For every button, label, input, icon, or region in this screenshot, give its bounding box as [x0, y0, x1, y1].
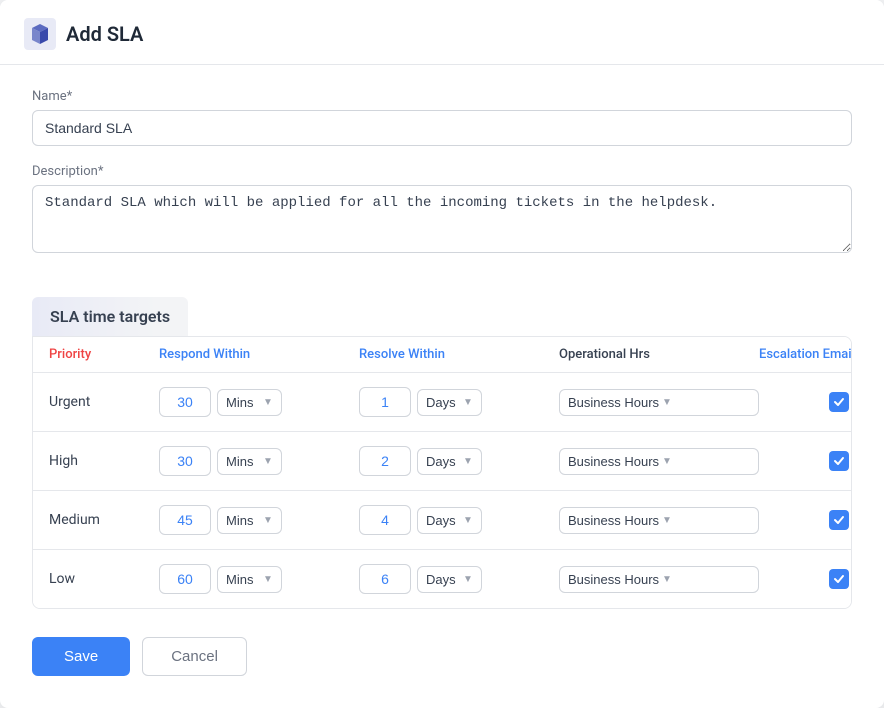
respond-group-high: Mins Hours Days ▼ [159, 446, 359, 476]
priority-high: High [49, 453, 159, 469]
chevron-down-icon: ▼ [662, 574, 672, 585]
resolve-unit-medium-wrapper[interactable]: Days Hours Mins ▼ [417, 507, 482, 534]
col-escalation: Escalation Email [759, 347, 852, 362]
operational-low-wrapper[interactable]: Business Hours 24/7 ▼ [559, 566, 759, 593]
resolve-unit-high-wrapper[interactable]: Days Hours Mins ▼ [417, 448, 482, 475]
respond-unit-medium-wrapper[interactable]: Mins Hours Days ▼ [217, 507, 282, 534]
escalation-high-checkbox[interactable] [829, 451, 849, 471]
escalation-urgent-checkbox[interactable] [829, 392, 849, 412]
chevron-down-icon: ▼ [263, 456, 273, 467]
chevron-down-icon: ▼ [263, 515, 273, 526]
resolve-group-low: Days Hours Mins ▼ [359, 564, 559, 594]
escalation-medium-checkbox[interactable] [829, 510, 849, 530]
resolve-group-high: Days Hours Mins ▼ [359, 446, 559, 476]
resolve-unit-urgent-wrapper[interactable]: Days Hours Mins ▼ [417, 389, 482, 416]
name-input[interactable] [32, 110, 852, 146]
respond-unit-high-select[interactable]: Mins Hours Days [226, 454, 261, 469]
resolve-value-urgent[interactable] [359, 387, 411, 417]
escalation-urgent-cell [759, 392, 852, 412]
sla-section-title: SLA time targets [50, 307, 170, 326]
resolve-unit-medium-select[interactable]: Days Hours Mins [426, 513, 461, 528]
table-row: Medium Mins Hours Days ▼ [33, 491, 851, 550]
chevron-down-icon: ▼ [263, 397, 273, 408]
col-respond: Respond Within [159, 347, 359, 362]
table-header-row: Priority Respond Within Resolve Within O… [33, 337, 851, 373]
checkmark-icon [833, 396, 845, 408]
chevron-down-icon: ▼ [463, 397, 473, 408]
respond-unit-urgent-wrapper[interactable]: Mins Hours Days ▼ [217, 389, 282, 416]
name-label: Name* [32, 89, 852, 104]
sla-section-header: SLA time targets [32, 297, 188, 336]
escalation-low-checkbox[interactable] [829, 569, 849, 589]
respond-value-high[interactable] [159, 446, 211, 476]
escalation-low-cell [759, 569, 852, 589]
respond-value-low[interactable] [159, 564, 211, 594]
col-priority: Priority [49, 347, 159, 362]
respond-unit-high-wrapper[interactable]: Mins Hours Days ▼ [217, 448, 282, 475]
escalation-medium-cell [759, 510, 852, 530]
description-label: Description* [32, 164, 852, 179]
chevron-down-icon: ▼ [263, 574, 273, 585]
footer-actions: Save Cancel [32, 637, 852, 684]
respond-group-low: Mins Hours Days ▼ [159, 564, 359, 594]
operational-low-select[interactable]: Business Hours 24/7 [568, 572, 660, 587]
chevron-down-icon: ▼ [463, 456, 473, 467]
table-row: Urgent Mins Hours Days ▼ [33, 373, 851, 432]
checkmark-icon [833, 514, 845, 526]
description-input[interactable]: Standard SLA which will be applied for a… [32, 185, 852, 253]
resolve-group-medium: Days Hours Mins ▼ [359, 505, 559, 535]
resolve-unit-low-select[interactable]: Days Hours Mins [426, 572, 461, 587]
resolve-unit-low-wrapper[interactable]: Days Hours Mins ▼ [417, 566, 482, 593]
operational-urgent-select[interactable]: Business Hours 24/7 [568, 395, 660, 410]
operational-high-select[interactable]: Business Hours 24/7 [568, 454, 660, 469]
description-field-group: Description* Standard SLA which will be … [32, 164, 852, 257]
save-button[interactable]: Save [32, 637, 130, 676]
sla-table: Priority Respond Within Resolve Within O… [32, 336, 852, 609]
operational-urgent-wrapper[interactable]: Business Hours 24/7 ▼ [559, 389, 759, 416]
operational-medium-wrapper[interactable]: Business Hours 24/7 ▼ [559, 507, 759, 534]
resolve-unit-high-select[interactable]: Days Hours Mins [426, 454, 461, 469]
page-title: Add SLA [66, 22, 143, 46]
respond-unit-low-select[interactable]: Mins Hours Days [226, 572, 261, 587]
priority-urgent: Urgent [49, 394, 159, 410]
respond-group-urgent: Mins Hours Days ▼ [159, 387, 359, 417]
resolve-group-urgent: Days Hours Mins ▼ [359, 387, 559, 417]
escalation-high-cell [759, 451, 852, 471]
table-row: Low Mins Hours Days ▼ [33, 550, 851, 608]
add-sla-modal: Add SLA Name* Description* Standard SLA … [0, 0, 884, 708]
sla-section: SLA time targets Priority Respond Within… [32, 277, 852, 609]
modal-body: Name* Description* Standard SLA which wi… [0, 65, 884, 708]
priority-medium: Medium [49, 512, 159, 528]
chevron-down-icon: ▼ [662, 456, 672, 467]
modal-header: Add SLA [0, 0, 884, 65]
chevron-down-icon: ▼ [463, 515, 473, 526]
respond-unit-medium-select[interactable]: Mins Hours Days [226, 513, 261, 528]
name-field-group: Name* [32, 89, 852, 146]
table-row: High Mins Hours Days ▼ [33, 432, 851, 491]
chevron-down-icon: ▼ [662, 397, 672, 408]
resolve-value-high[interactable] [359, 446, 411, 476]
respond-unit-urgent-select[interactable]: Mins Hours Days [226, 395, 261, 410]
operational-high-wrapper[interactable]: Business Hours 24/7 ▼ [559, 448, 759, 475]
app-logo-icon [24, 18, 56, 50]
respond-value-urgent[interactable] [159, 387, 211, 417]
resolve-unit-urgent-select[interactable]: Days Hours Mins [426, 395, 461, 410]
checkmark-icon [833, 573, 845, 585]
operational-medium-select[interactable]: Business Hours 24/7 [568, 513, 660, 528]
priority-low: Low [49, 571, 159, 587]
respond-unit-low-wrapper[interactable]: Mins Hours Days ▼ [217, 566, 282, 593]
respond-group-medium: Mins Hours Days ▼ [159, 505, 359, 535]
col-operational: Operational Hrs [559, 347, 759, 362]
chevron-down-icon: ▼ [463, 574, 473, 585]
checkmark-icon [833, 455, 845, 467]
resolve-value-medium[interactable] [359, 505, 411, 535]
cancel-button[interactable]: Cancel [142, 637, 247, 676]
respond-value-medium[interactable] [159, 505, 211, 535]
col-resolve: Resolve Within [359, 347, 559, 362]
chevron-down-icon: ▼ [662, 515, 672, 526]
resolve-value-low[interactable] [359, 564, 411, 594]
